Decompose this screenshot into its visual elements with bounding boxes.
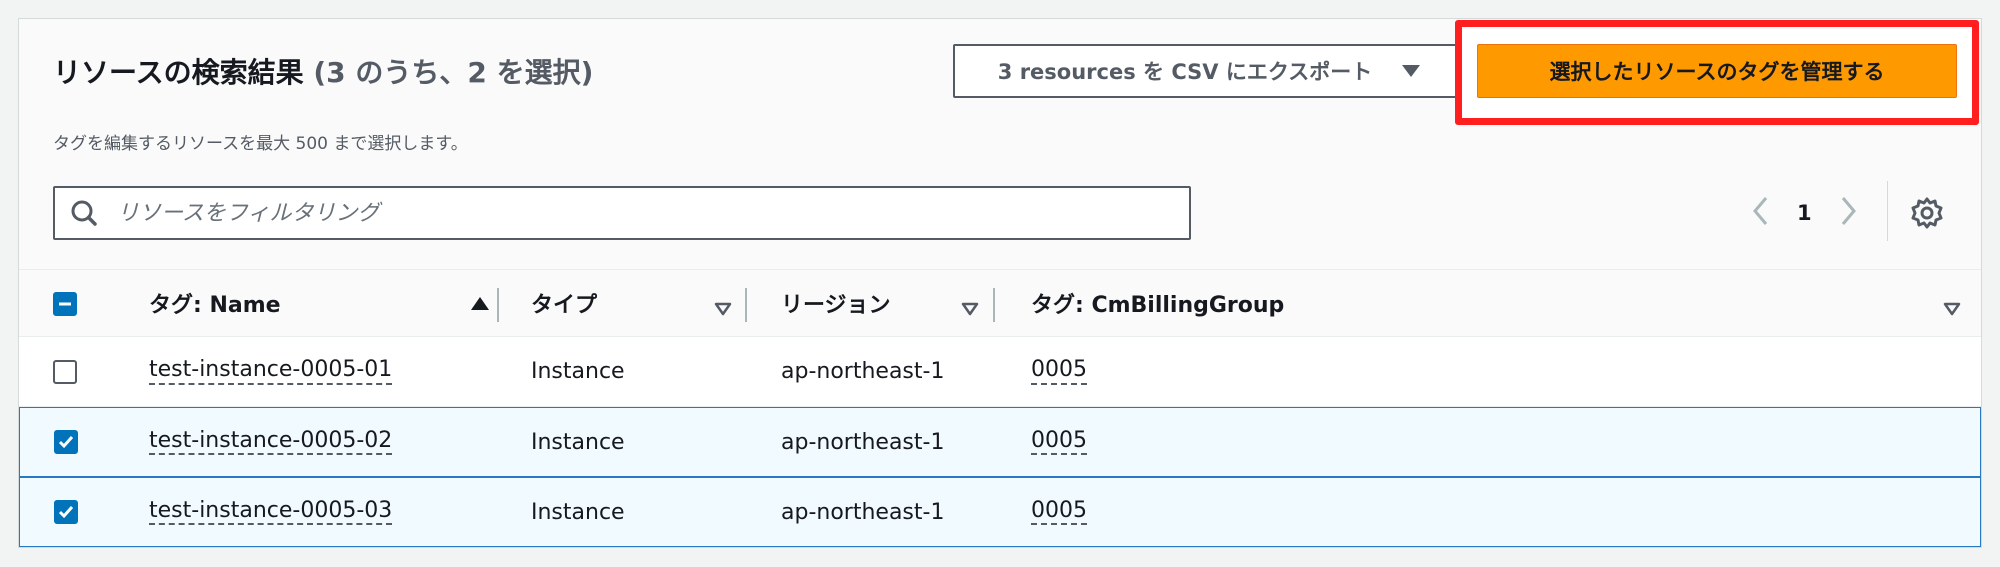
select-all-checkbox[interactable] — [53, 292, 77, 316]
column-header-billing-group-label: タグ: CmBillingGroup — [1031, 293, 1285, 318]
sort-down-icon — [1943, 297, 1961, 322]
resource-search-results-panel: リソースの検索結果 (3 のうち、2 を選択) タグを編集するリソースを最大 5… — [18, 18, 1982, 548]
cell-name: test-instance-0005-01 — [149, 337, 393, 406]
cell-billing-group: 0005 — [1031, 337, 1087, 406]
billing-group-value[interactable]: 0005 — [1031, 358, 1087, 385]
column-header-region[interactable]: リージョン — [781, 270, 1001, 336]
cell-region: ap-northeast-1 — [781, 429, 945, 455]
resource-name-link[interactable]: test-instance-0005-02 — [149, 428, 393, 456]
row-checkbox[interactable] — [54, 500, 78, 524]
page-description: タグを編集するリソースを最大 500 まで選択します。 — [53, 134, 468, 154]
cell-billing-group: 0005 — [1031, 478, 1087, 546]
sort-down-icon — [961, 297, 979, 322]
cell-region: ap-northeast-1 — [781, 499, 945, 525]
column-header-type[interactable]: タイプ — [531, 270, 751, 336]
sort-down-icon — [714, 297, 732, 322]
manage-tags-button[interactable]: 選択したリソースのタグを管理する — [1477, 44, 1957, 98]
row-checkbox[interactable] — [53, 360, 77, 384]
pager-divider — [1887, 181, 1888, 241]
resources-table: タグ: Name タイプ リージョン タグ: CmBillingGroup te… — [19, 269, 1981, 547]
billing-group-value[interactable]: 0005 — [1031, 498, 1087, 526]
gear-icon[interactable] — [1909, 195, 1945, 231]
page-title-text: リソースの検索結果 — [53, 56, 304, 89]
table-row[interactable]: test-instance-0005-01 Instance ap-northe… — [19, 337, 1981, 407]
column-divider[interactable] — [745, 288, 747, 322]
cell-type: Instance — [531, 359, 625, 384]
cell-region: ap-northeast-1 — [781, 359, 945, 384]
column-divider[interactable] — [497, 288, 499, 322]
column-header-name-label: タグ: Name — [149, 293, 281, 318]
billing-group-value[interactable]: 0005 — [1031, 428, 1087, 456]
column-header-name[interactable]: タグ: Name — [149, 270, 489, 336]
cell-name: test-instance-0005-02 — [149, 408, 393, 476]
table-header: タグ: Name タイプ リージョン タグ: CmBillingGroup — [19, 269, 1981, 337]
page-title: リソースの検索結果 (3 のうち、2 を選択) — [53, 51, 593, 91]
filter-search-box[interactable] — [53, 186, 1191, 240]
resource-name-link[interactable]: test-instance-0005-01 — [149, 358, 393, 385]
column-header-region-label: リージョン — [781, 293, 891, 318]
search-input[interactable] — [115, 199, 1159, 227]
page-number[interactable]: 1 — [1797, 201, 1812, 225]
column-header-type-label: タイプ — [531, 293, 598, 318]
sort-ascending-icon — [471, 297, 489, 310]
column-divider[interactable] — [993, 288, 995, 322]
chevron-right-icon[interactable] — [1838, 195, 1858, 231]
table-row[interactable]: test-instance-0005-02 Instance ap-northe… — [19, 407, 1981, 477]
row-checkbox[interactable] — [54, 430, 78, 454]
resource-name-link[interactable]: test-instance-0005-03 — [149, 498, 393, 526]
cell-type: Instance — [531, 429, 625, 455]
manage-tags-label: 選択したリソースのタグを管理する — [1549, 60, 1885, 84]
pagination: 1 — [1751, 191, 1858, 235]
table-row[interactable]: test-instance-0005-03 Instance ap-northe… — [19, 477, 1981, 547]
cell-billing-group: 0005 — [1031, 408, 1087, 476]
chevron-left-icon[interactable] — [1751, 195, 1771, 231]
export-csv-button[interactable]: 3 resources を CSV にエクスポート — [953, 44, 1465, 98]
export-csv-label: 3 resources を CSV にエクスポート — [997, 60, 1373, 84]
caret-down-icon — [1402, 65, 1421, 77]
column-header-billing-group[interactable]: タグ: CmBillingGroup — [1031, 270, 1971, 336]
selection-count: (3 のうち、2 を選択) — [313, 56, 594, 89]
search-icon — [55, 186, 115, 240]
cell-type: Instance — [531, 499, 625, 525]
cell-name: test-instance-0005-03 — [149, 478, 393, 546]
